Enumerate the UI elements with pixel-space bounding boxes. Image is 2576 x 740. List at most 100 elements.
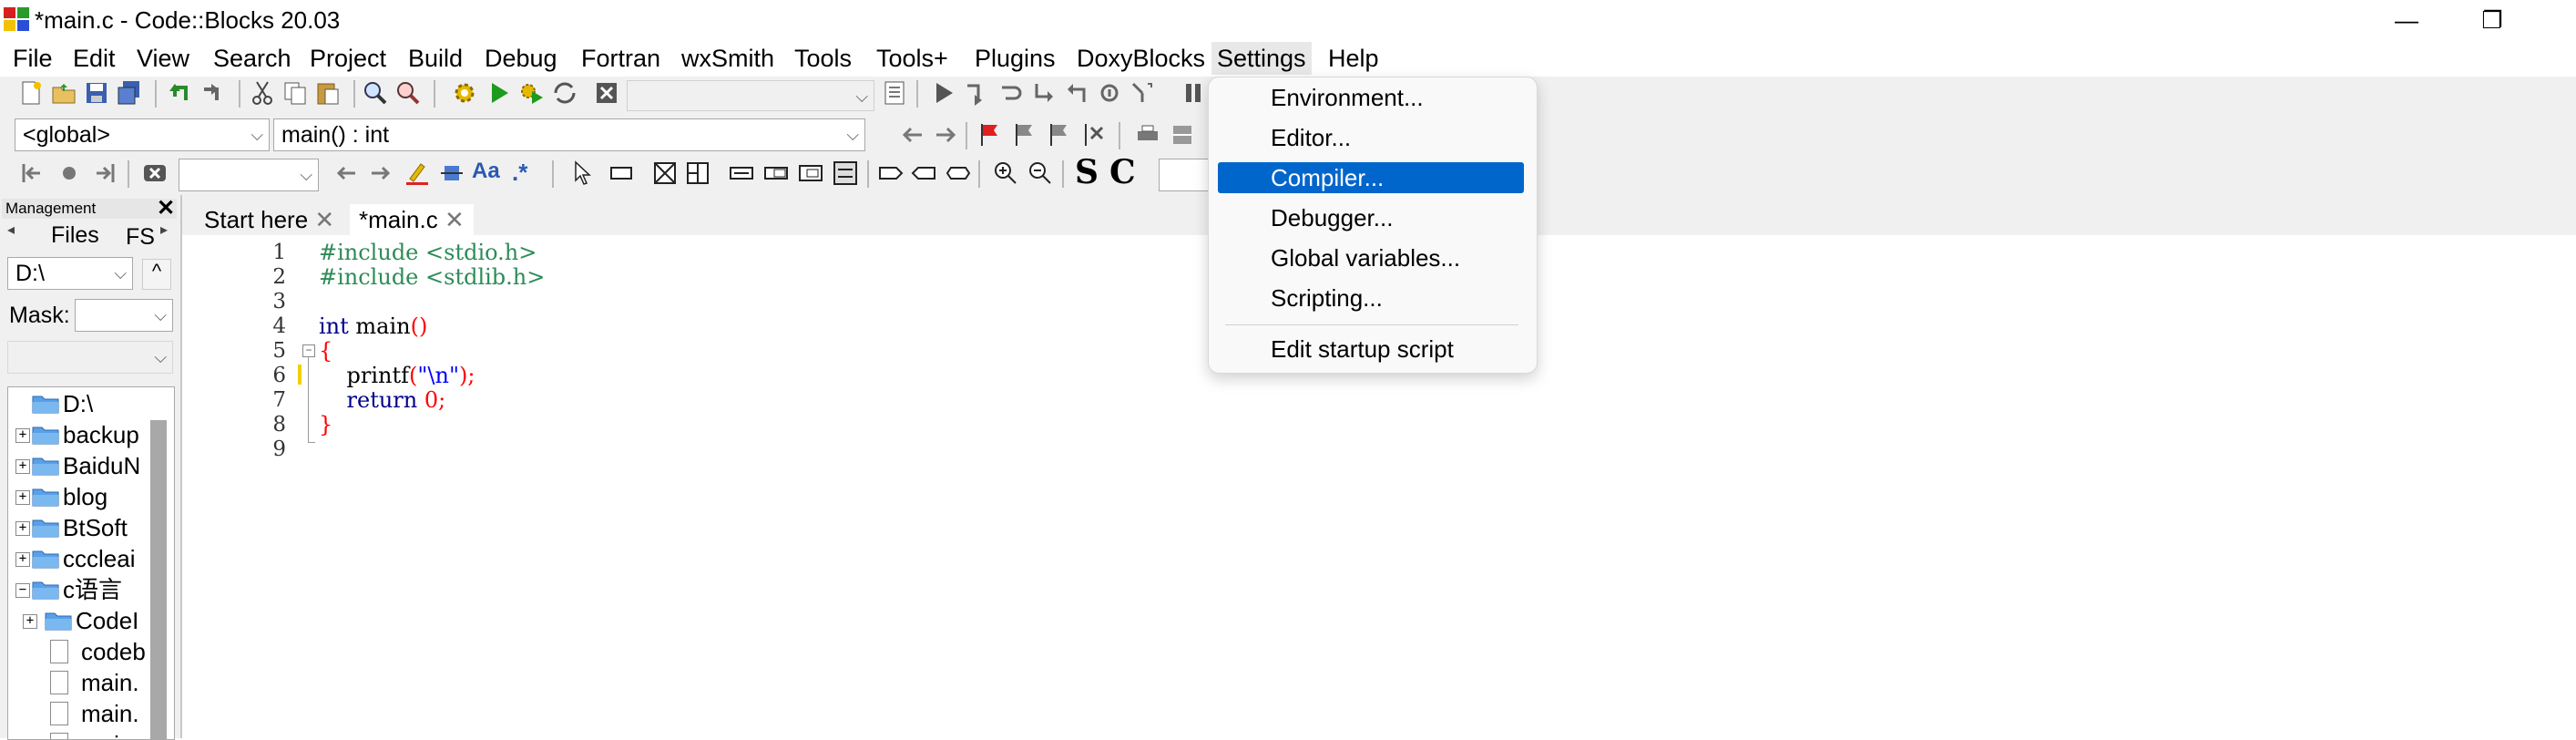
menu-project[interactable]: Project: [304, 42, 392, 75]
paste-icon[interactable]: [315, 80, 341, 106]
mask-combo[interactable]: ⌵: [75, 299, 173, 332]
expand-icon[interactable]: +: [15, 428, 30, 443]
bookmark-next-icon[interactable]: [1046, 122, 1071, 148]
next-line-icon[interactable]: [998, 80, 1024, 106]
pointer-icon[interactable]: [568, 160, 594, 186]
path-combo[interactable]: D:\ ⌵: [7, 257, 133, 290]
step-into-instruction-icon[interactable]: [1130, 80, 1155, 106]
tab-scroll-right-icon[interactable]: ▸: [160, 221, 168, 239]
strip-s-icon[interactable]: S: [1075, 153, 1099, 191]
zoom-in-icon[interactable]: [993, 160, 1018, 186]
selection-only-icon[interactable]: [439, 160, 465, 186]
strip-c-icon[interactable]: C: [1109, 153, 1136, 191]
cut-icon[interactable]: [250, 80, 275, 106]
up-folder-button[interactable]: ^: [142, 259, 171, 290]
close-tab-icon[interactable]: ✕: [445, 206, 465, 233]
build-log-icon[interactable]: [882, 80, 907, 106]
expand-icon[interactable]: +: [23, 614, 37, 629]
loop-shape-icon[interactable]: [685, 160, 710, 186]
search-previous-icon[interactable]: [333, 160, 359, 186]
rebuild-icon[interactable]: [552, 80, 578, 106]
tab-start-here[interactable]: Start here ✕: [195, 204, 343, 235]
zoom-out-icon[interactable]: [1027, 160, 1053, 186]
menu-debug[interactable]: Debug: [479, 42, 563, 75]
bookmark-previous-icon[interactable]: [1011, 122, 1037, 148]
menu-item-environment[interactable]: Environment...: [1218, 82, 1524, 113]
menu-help[interactable]: Help: [1323, 42, 1385, 75]
build-target-combo[interactable]: ⌵: [627, 80, 874, 111]
jump-back-icon[interactable]: [900, 122, 925, 148]
decision-shape-icon[interactable]: [652, 160, 678, 186]
printer-icon[interactable]: [1135, 122, 1160, 148]
build-gear-icon[interactable]: [452, 80, 477, 106]
breakpoint-dot-icon[interactable]: [56, 160, 82, 186]
replace-icon[interactable]: [395, 80, 421, 106]
dock-icon[interactable]: [1170, 122, 1195, 148]
continue-shape-icon[interactable]: [798, 160, 823, 186]
input-shape-icon[interactable]: [878, 160, 904, 186]
expand-icon[interactable]: +: [15, 521, 30, 536]
close-panel-icon[interactable]: ✕: [157, 195, 175, 221]
menu-item-edit-startup-script[interactable]: Edit startup script: [1218, 334, 1524, 365]
undo-icon[interactable]: [168, 80, 193, 106]
new-file-icon[interactable]: [18, 80, 44, 106]
run-to-cursor-icon[interactable]: [964, 80, 989, 106]
output-shape-icon[interactable]: [911, 160, 936, 186]
menu-tools[interactable]: Tools: [789, 42, 857, 75]
redo-icon[interactable]: [200, 80, 226, 106]
build-and-run-icon[interactable]: [519, 80, 545, 106]
menu-file[interactable]: File: [7, 42, 58, 75]
bookmark-clear-icon[interactable]: [1080, 122, 1106, 148]
expand-icon[interactable]: +: [15, 490, 30, 505]
maximize-button[interactable]: ❐: [2450, 0, 2534, 40]
io-shape-icon[interactable]: [946, 160, 971, 186]
block-shape-icon[interactable]: [729, 160, 754, 186]
menu-fortran[interactable]: Fortran: [576, 42, 666, 75]
jump-forward-icon[interactable]: [933, 122, 958, 148]
menu-settings[interactable]: Settings: [1211, 42, 1312, 75]
open-file-icon[interactable]: [51, 80, 77, 106]
menu-tools-plus[interactable]: Tools+: [871, 42, 954, 75]
save-icon[interactable]: [84, 80, 109, 106]
copy-icon[interactable]: [282, 80, 308, 106]
menu-view[interactable]: View: [131, 42, 195, 75]
menu-plugins[interactable]: Plugins: [969, 42, 1061, 75]
rectangle-shape-icon[interactable]: [608, 160, 634, 186]
run-icon[interactable]: [486, 80, 512, 106]
regex-icon[interactable]: .*: [512, 159, 527, 187]
abort-icon[interactable]: [594, 80, 619, 106]
menu-search[interactable]: Search: [208, 42, 297, 75]
function-combo[interactable]: main() : int ⌵: [273, 118, 865, 151]
pause-icon[interactable]: [1181, 80, 1206, 106]
break-shape-icon[interactable]: [763, 160, 789, 186]
expand-icon[interactable]: +: [15, 552, 30, 567]
tree-scrollbar[interactable]: [150, 420, 167, 739]
tab-files[interactable]: Files: [51, 222, 99, 249]
tab-scroll-left-icon[interactable]: ◂: [7, 221, 15, 239]
menu-item-compiler[interactable]: Compiler...: [1218, 162, 1524, 193]
tab-fs[interactable]: FS: [126, 224, 155, 251]
next-instruction-icon[interactable]: [1097, 80, 1122, 106]
next-breakpoint-icon[interactable]: [91, 160, 117, 186]
menu-doxyblocks[interactable]: DoxyBlocks: [1071, 42, 1211, 75]
filter-combo[interactable]: ⌵: [7, 341, 173, 374]
menu-item-editor[interactable]: Editor...: [1218, 122, 1524, 153]
toolbar-combo[interactable]: [1159, 159, 1213, 191]
search-next-icon[interactable]: [368, 160, 394, 186]
close-tab-icon[interactable]: ✕: [314, 206, 334, 233]
tab-main-c[interactable]: *main.c ✕: [350, 204, 474, 235]
menu-item-scripting[interactable]: Scripting...: [1218, 283, 1524, 313]
step-out-icon[interactable]: [1064, 80, 1089, 106]
minimize-button[interactable]: —: [2365, 0, 2448, 40]
bookmark-toggle-icon[interactable]: [976, 122, 1002, 148]
fold-marker-icon[interactable]: −: [302, 344, 315, 357]
highlight-icon[interactable]: [404, 160, 430, 186]
collapse-icon[interactable]: −: [15, 583, 30, 598]
scope-combo[interactable]: <global> ⌵: [15, 118, 270, 151]
return-shape-icon[interactable]: [833, 160, 858, 186]
menu-item-debugger[interactable]: Debugger...: [1218, 202, 1524, 233]
menu-item-global-variables[interactable]: Global variables...: [1218, 242, 1524, 273]
clear-search-icon[interactable]: [142, 160, 168, 186]
menu-build[interactable]: Build: [403, 42, 468, 75]
step-into-icon[interactable]: [1031, 80, 1057, 106]
